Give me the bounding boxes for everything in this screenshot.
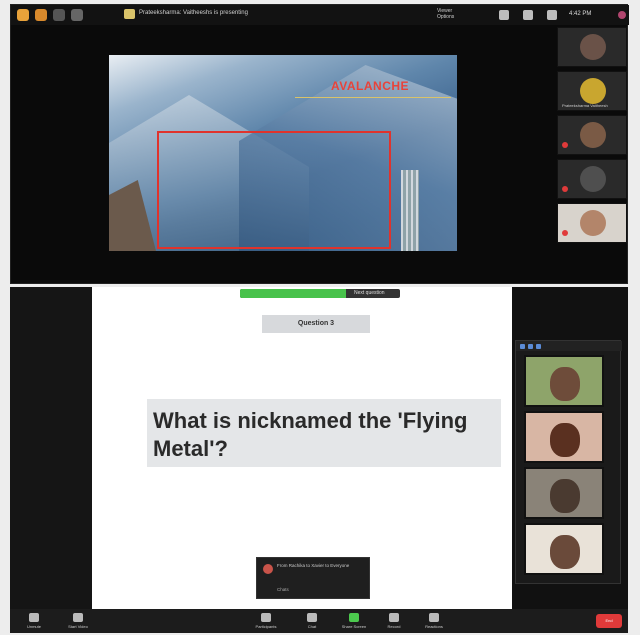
timer-label: Next question <box>354 290 385 296</box>
question-text: What is nicknamed the 'Flying Metal'? <box>147 399 501 467</box>
tower-image <box>401 170 419 251</box>
muted-mic-icon <box>562 230 568 236</box>
view-toggle-icon[interactable] <box>520 344 525 349</box>
reactions-icon <box>429 613 439 622</box>
highlight-box <box>157 131 391 249</box>
participant-tile[interactable]: Prateeksharma Vaitheesh <box>557 71 627 111</box>
screen-share-icon <box>124 9 135 19</box>
participants-button[interactable]: Participants <box>246 611 286 631</box>
participants-label: Participants <box>255 624 277 629</box>
chat-button[interactable]: Chat <box>292 611 332 631</box>
quiz-timer-fill <box>240 289 346 298</box>
user-icon[interactable] <box>35 9 47 21</box>
record-icon <box>389 613 399 622</box>
unmute-button[interactable]: Unmute <box>14 611 54 631</box>
participant-tile[interactable] <box>557 27 627 67</box>
participant-avatar <box>580 122 606 148</box>
video-camera-icon <box>73 613 83 622</box>
gallery-header <box>516 341 622 351</box>
start-video-label: Start Video <box>68 624 88 629</box>
composite-frame: Prateeksharma: Vaitheeshs is presenting … <box>0 0 640 635</box>
title-underline <box>295 97 451 98</box>
share-screen-icon <box>349 613 359 622</box>
participant-avatar <box>550 423 580 457</box>
battery-icon <box>547 10 557 20</box>
share-title: Prateeksharma: Vaitheeshs is presenting <box>139 10 248 16</box>
top-title-bar: Prateeksharma: Vaitheeshs is presenting … <box>11 5 629 25</box>
view-toggle-icon[interactable] <box>536 344 541 349</box>
viewer-options-line2: Options <box>437 14 455 20</box>
unmute-label: Unmute <box>26 624 41 629</box>
reactions-label: Reactions <box>425 624 443 629</box>
microphone-icon <box>29 613 39 622</box>
hand-icon[interactable] <box>17 9 29 21</box>
left-dark-area <box>10 287 92 609</box>
chat-message: From Rachika to Xavier to Everyone <box>277 563 350 568</box>
participant-tile[interactable] <box>524 411 604 463</box>
participants-icon <box>261 613 271 622</box>
participant-tile[interactable] <box>557 115 627 155</box>
end-meeting-button[interactable]: End <box>596 614 622 628</box>
participant-name: Prateeksharma Vaitheesh <box>562 103 608 108</box>
slide-title: AVALANCHE <box>331 79 410 93</box>
recording-indicator <box>618 11 626 19</box>
bottom-meeting-window: Next question Question 3 What is nicknam… <box>10 287 628 633</box>
participant-tile[interactable] <box>557 159 627 199</box>
share-screen-button[interactable]: Share Screen <box>334 611 374 631</box>
settings-icon[interactable] <box>71 9 83 21</box>
muted-mic-icon <box>562 186 568 192</box>
participant-avatar <box>580 78 606 104</box>
clock: 4:42 PM <box>569 11 592 17</box>
quiz-timer-bar: Next question <box>240 289 400 298</box>
participant-avatar <box>550 479 580 513</box>
top-meeting-window: Prateeksharma: Vaitheeshs is presenting … <box>10 4 629 284</box>
reactions-button[interactable]: Reactions <box>414 611 454 631</box>
view-toggle-icon[interactable] <box>528 344 533 349</box>
top-participant-gallery: Prateeksharma Vaitheesh <box>557 27 627 283</box>
participant-avatar <box>580 210 606 236</box>
viewer-options[interactable]: Viewer Options <box>437 8 454 20</box>
chat-label: Chat <box>307 624 317 629</box>
phone-icon[interactable] <box>53 9 65 21</box>
participant-tile[interactable] <box>557 203 627 243</box>
participant-avatar <box>550 535 580 569</box>
participant-avatar <box>550 367 580 401</box>
question-number-label: Question 3 <box>262 315 370 333</box>
shared-slide: AVALANCHE <box>109 55 457 251</box>
record-button[interactable]: Record <box>374 611 414 631</box>
chat-sub: Chats <box>277 587 289 592</box>
share-screen-label: Share Screen <box>341 624 367 629</box>
chat-avatar <box>263 564 273 574</box>
start-video-button[interactable]: Start Video <box>58 611 98 631</box>
wifi-icon <box>499 10 509 20</box>
chat-notification[interactable]: From Rachika to Xavier to Everyone Chats <box>256 557 370 599</box>
signal-icon <box>523 10 533 20</box>
participant-avatar <box>580 166 606 192</box>
participant-tile[interactable] <box>524 467 604 519</box>
participant-tile[interactable] <box>524 355 604 407</box>
record-label: Record <box>387 624 401 629</box>
participant-avatar <box>580 34 606 60</box>
bottom-participant-gallery <box>515 340 622 584</box>
meeting-toolbar: Unmute Start Video Participants Chat Sha… <box>10 609 628 633</box>
participant-tile[interactable] <box>524 523 604 575</box>
chat-icon <box>307 613 317 622</box>
muted-mic-icon <box>562 142 568 148</box>
